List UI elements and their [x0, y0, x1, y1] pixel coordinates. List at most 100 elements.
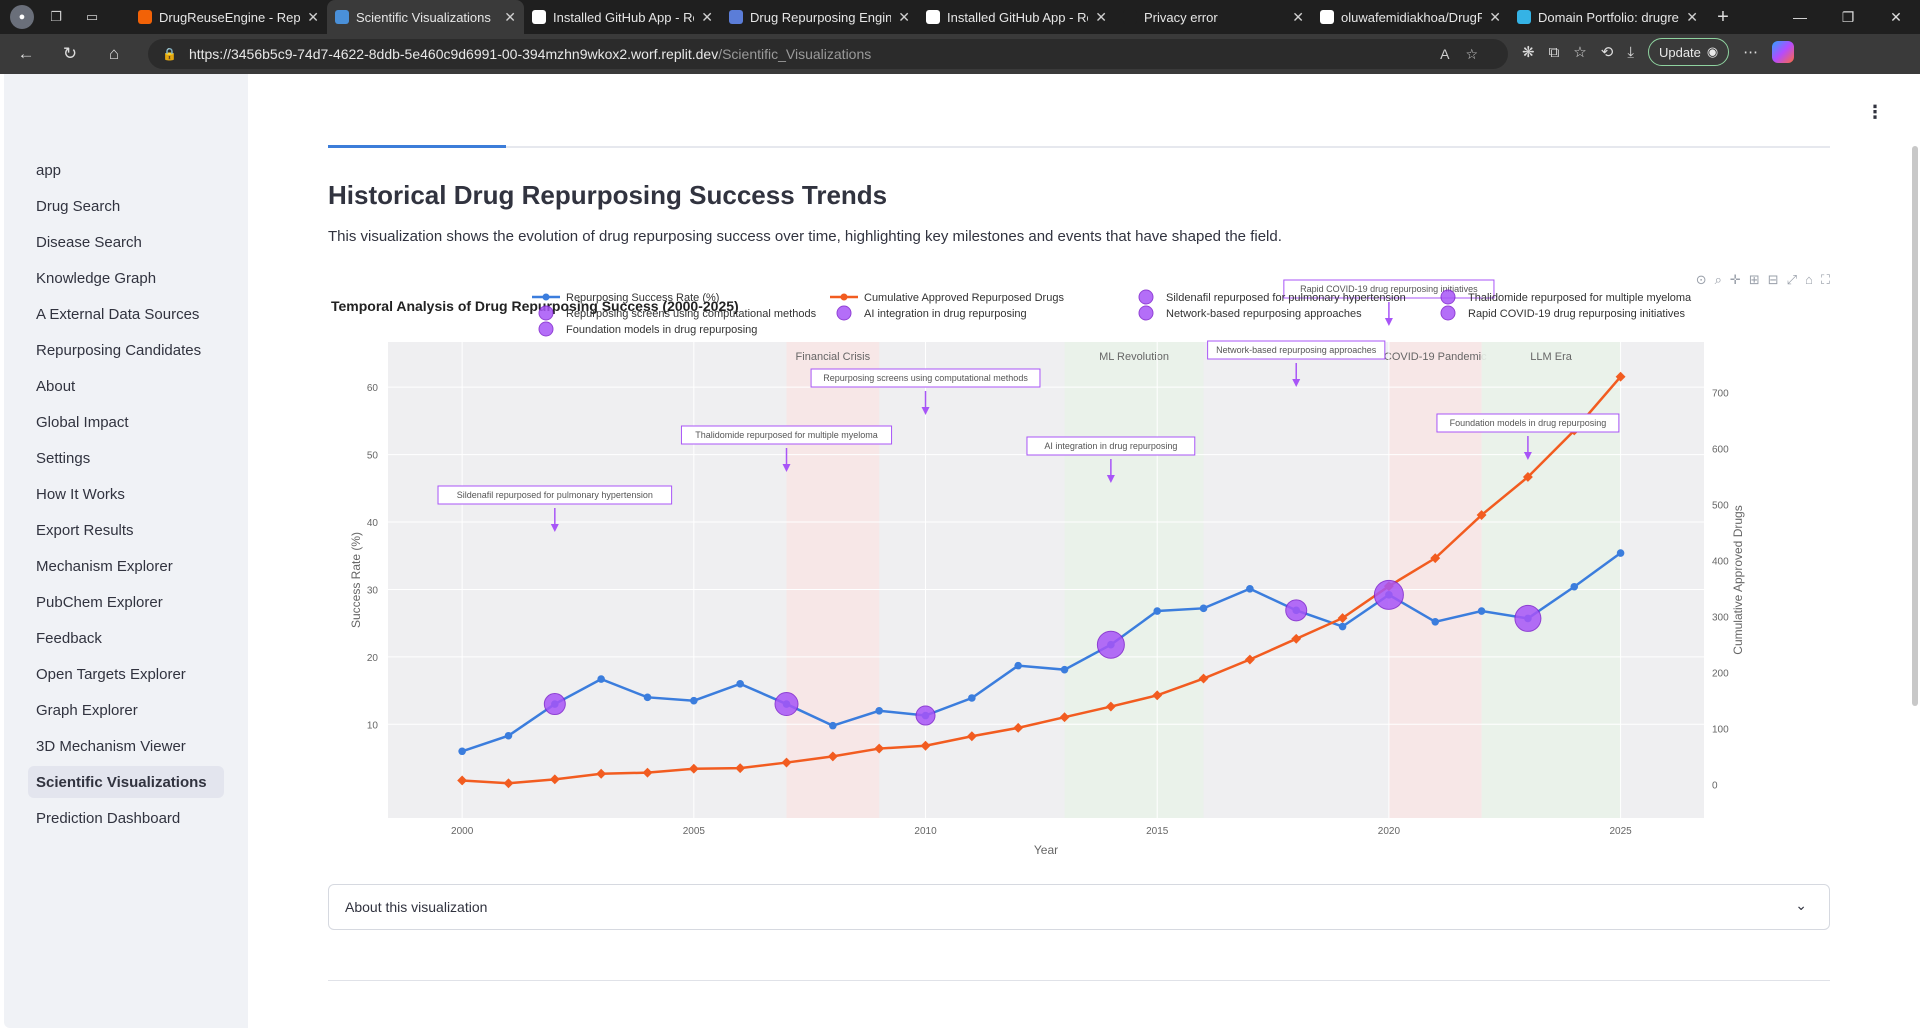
data-point [968, 694, 976, 702]
minimize-icon[interactable]: — [1776, 0, 1824, 34]
data-point [1338, 622, 1347, 631]
browser-tab[interactable]: Installed GitHub App - Re ✕ [524, 0, 721, 34]
sidebar-item[interactable]: Knowledge Graph [28, 262, 224, 294]
update-button[interactable]: Update ◉ [1647, 38, 1730, 66]
close-tab-icon[interactable]: ✕ [898, 9, 910, 26]
sidebar-item[interactable]: app [28, 154, 224, 186]
close-tab-icon[interactable]: ✕ [1292, 9, 1304, 26]
downloads-icon[interactable]: ⤓ [1627, 44, 1634, 61]
close-tab-icon[interactable]: ✕ [701, 9, 713, 26]
x-tick-label: 2005 [683, 826, 706, 837]
data-point [1431, 618, 1440, 626]
sidebar-item[interactable]: Graph Explorer [28, 694, 224, 726]
favorite-star-icon[interactable]: ☆ [1465, 46, 1478, 63]
event-marker [1285, 599, 1308, 622]
extensions-puzzle-icon[interactable]: ⧉ [1549, 44, 1560, 61]
address-bar: ← ↻ ⌂ 🔒 https://3456b5c9-74d7-4622-8ddb-… [0, 34, 1920, 74]
sidebar-item[interactable]: 3D Mechanism Viewer [28, 730, 224, 762]
sidebar-item[interactable]: How It Works [28, 478, 224, 510]
browser-tab[interactable]: oluwafemidiakhoa/DrugR ✕ [1312, 0, 1509, 34]
close-tab-icon[interactable]: ✕ [307, 9, 319, 26]
close-tab-icon[interactable]: ✕ [1686, 9, 1698, 26]
extension-icon[interactable]: ❋ [1522, 43, 1535, 61]
tab-favicon-icon [532, 10, 546, 24]
new-tab-button[interactable]: + [1706, 6, 1740, 29]
sidebar-item[interactable]: Settings [28, 442, 224, 474]
sidebar-item[interactable]: PubChem Explorer [28, 586, 224, 618]
period-label: Financial Crisis [796, 351, 871, 363]
maximize-icon[interactable]: ❐ [1824, 0, 1872, 34]
sidebar-item[interactable]: Feedback [28, 622, 224, 654]
tab-favicon-icon [1517, 10, 1531, 24]
y-axis-title: Success Rate (%) [349, 532, 363, 628]
zoom-out-icon[interactable]: ⊟ [1768, 272, 1779, 288]
annotation-label: Thalidomide repurposed for multiple myel… [695, 430, 878, 440]
close-tab-icon[interactable]: ✕ [504, 9, 516, 26]
y2-tick-label: 200 [1712, 668, 1729, 679]
close-window-icon[interactable]: ✕ [1872, 0, 1920, 34]
zoom-in-icon[interactable]: ⊞ [1749, 272, 1760, 288]
page-description: This visualization shows the evolution o… [328, 228, 1282, 245]
sidebar-item[interactable]: A External Data Sources [28, 298, 224, 330]
sidebar-item[interactable]: Scientific Visualizations [28, 766, 224, 798]
menu-dots-icon[interactable]: ⋯ [1743, 43, 1758, 61]
y2-tick-label: 300 [1712, 612, 1729, 623]
refresh-icon[interactable]: ↻ [52, 38, 88, 70]
y2-tick-label: 0 [1712, 780, 1718, 791]
browser-tab[interactable]: Drug Repurposing Engine ✕ [721, 0, 918, 34]
camera-icon[interactable]: ⊙ [1696, 272, 1707, 288]
sidebar-item[interactable]: Repurposing Candidates [28, 334, 224, 366]
event-marker [1373, 579, 1404, 610]
close-tab-icon[interactable]: ✕ [1095, 9, 1107, 26]
legend-swatch [538, 305, 554, 321]
url-input[interactable]: 🔒 https://3456b5c9-74d7-4622-8ddb-5e460c… [148, 39, 1508, 69]
pan-icon[interactable]: ✛ [1730, 272, 1741, 288]
x-tick-label: 2010 [914, 826, 937, 837]
page-scrollbar[interactable] [1912, 146, 1918, 706]
sidebar-item[interactable]: Mechanism Explorer [28, 550, 224, 582]
browser-tab[interactable]: Scientific Visualizations ✕ [327, 0, 524, 34]
workspaces-icon[interactable]: ❐ [42, 5, 70, 29]
zoom-icon[interactable]: ⌕ [1715, 272, 1722, 288]
tab-actions-icon[interactable]: ▭ [78, 5, 106, 29]
browser-tab[interactable]: Domain Portfolio: drugre ✕ [1509, 0, 1706, 34]
legend-swatch [840, 293, 848, 301]
sidebar-item[interactable]: Open Targets Explorer [28, 658, 224, 690]
reset-axes-icon[interactable]: ⌂ [1805, 272, 1813, 288]
favorites-icon[interactable]: ☆ [1573, 43, 1586, 61]
chart-container[interactable]: ⊙ ⌕ ✛ ⊞ ⊟ ⤢ ⌂ ⛶ Financial Crisis ML Revol… [328, 272, 1840, 910]
data-point [1060, 665, 1069, 674]
legend-label: Repurposing Success Rate (%) [566, 292, 719, 304]
sidebar-item[interactable]: About [28, 370, 224, 402]
profile-avatar[interactable]: ● [10, 5, 34, 29]
sidebar-item[interactable]: Global Impact [28, 406, 224, 438]
url-host: https://3456b5c9-74d7-4622-8ddb-5e460c9d… [188, 46, 719, 62]
close-tab-icon[interactable]: ✕ [1489, 9, 1501, 26]
data-point [1570, 582, 1579, 591]
read-aloud-icon[interactable]: A [1440, 46, 1449, 63]
divider [328, 980, 1830, 981]
sidebar-item[interactable]: Prediction Dashboard [28, 802, 224, 834]
sidebar-item[interactable]: Disease Search [28, 226, 224, 258]
browser-tab[interactable]: Installed GitHub App - Re ✕ [918, 0, 1115, 34]
legend-swatch [1440, 289, 1456, 305]
sidebar-item[interactable]: Export Results [28, 514, 224, 546]
y-tick-label: 40 [367, 518, 379, 529]
back-icon[interactable]: ← [8, 38, 44, 70]
history-icon[interactable]: ⟲ [1601, 43, 1614, 61]
browser-tab[interactable]: Privacy error ✕ [1115, 0, 1312, 34]
autoscale-icon[interactable]: ⤢ [1787, 272, 1797, 288]
event-marker [543, 693, 566, 716]
fullscreen-icon[interactable]: ⛶ [1821, 272, 1830, 288]
x-tick-label: 2015 [1146, 826, 1169, 837]
data-point [504, 731, 513, 740]
annotation-label: Sildenafil repurposed for pulmonary hype… [457, 490, 653, 500]
browser-tab[interactable]: DrugReuseEngine - Replit ✕ [130, 0, 327, 34]
copilot-icon[interactable] [1772, 41, 1795, 63]
about-visualization-expander[interactable]: About this visualization ⌄ [328, 884, 1830, 930]
legend-label: Repurposing screens using computational … [566, 308, 817, 320]
timeline-chart[interactable]: Financial Crisis ML Revolution COVID-19 Pa… [328, 272, 1840, 892]
home-icon[interactable]: ⌂ [96, 38, 132, 70]
sidebar-item[interactable]: Drug Search [28, 190, 224, 222]
app-menu-icon[interactable]: ⋮ [1866, 102, 1884, 123]
